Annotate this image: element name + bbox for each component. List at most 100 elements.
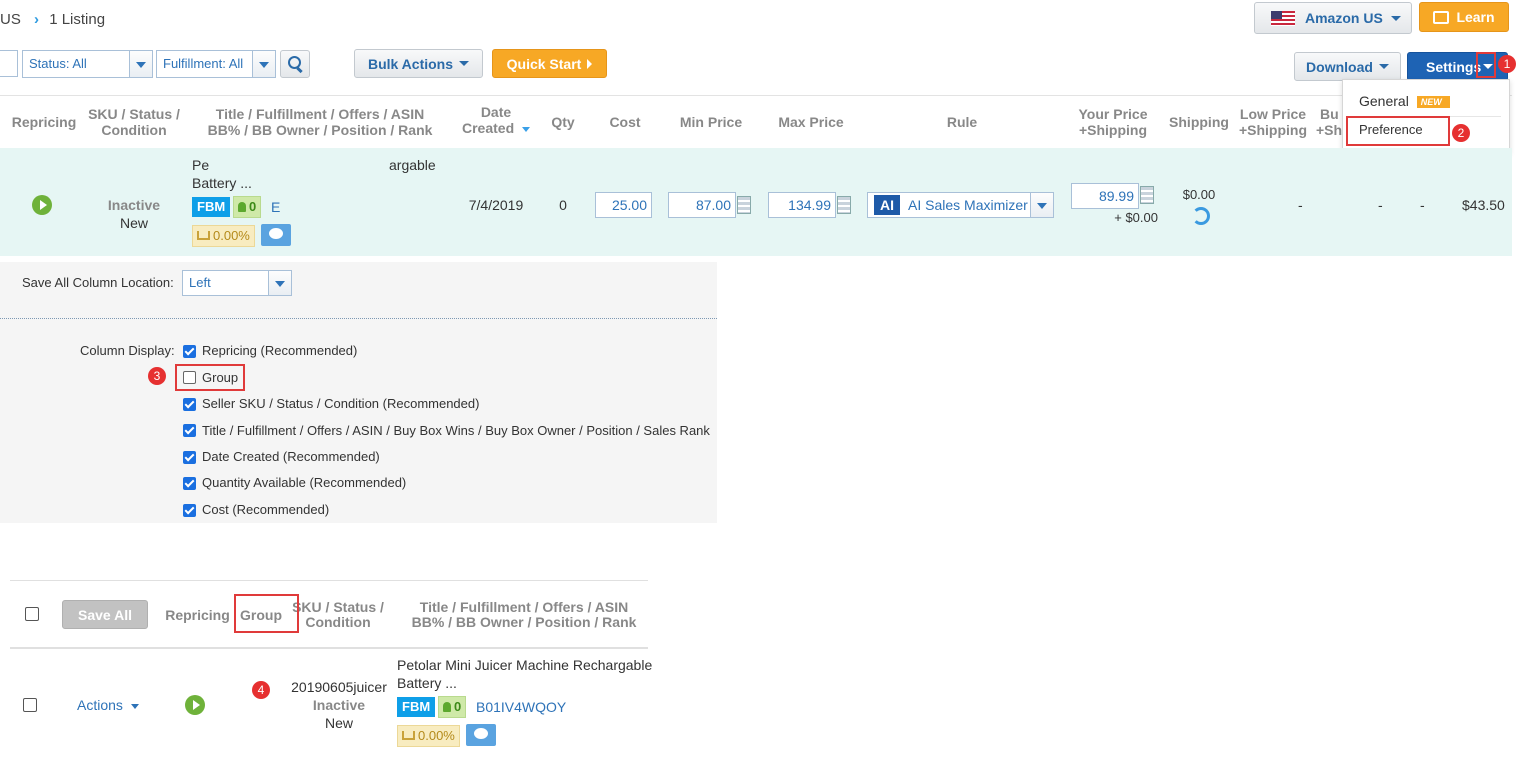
asin-link[interactable]: E bbox=[271, 199, 280, 215]
refresh-icon[interactable] bbox=[1192, 207, 1210, 225]
new-badge: NEW bbox=[1416, 96, 1450, 109]
col-title-line1: Title / Fulfillment / Offers / ASIN bbox=[215, 106, 425, 122]
search-button[interactable] bbox=[280, 50, 310, 78]
min-price-calculator-icon[interactable] bbox=[737, 196, 751, 214]
row-condition: New bbox=[119, 215, 148, 231]
col-repricing: Repricing bbox=[11, 114, 77, 130]
us-flag-icon bbox=[1271, 10, 1295, 26]
caret-down-icon bbox=[275, 281, 285, 287]
actions-menu[interactable]: Actions bbox=[77, 697, 139, 713]
marketplace-selector[interactable]: Amazon US bbox=[1254, 2, 1412, 34]
your-price-input[interactable]: 89.99 bbox=[1071, 183, 1139, 209]
settings-label: Settings bbox=[1426, 58, 1482, 75]
preview-row-title-line1[interactable]: Petolar Mini Juicer Machine Rechargable bbox=[397, 657, 652, 673]
preview-col-title-line2: BB% / BB Owner / Position / Rank bbox=[411, 614, 637, 630]
max-price-calculator-icon[interactable] bbox=[837, 196, 851, 214]
caret-down-icon bbox=[130, 703, 139, 709]
breadcrumb: US › 1 Listing bbox=[0, 11, 105, 28]
settings-menu-general[interactable]: General NEW bbox=[1359, 93, 1450, 109]
annotation-badge-4: 4 bbox=[252, 681, 270, 699]
filter-input-left[interactable] bbox=[0, 50, 18, 77]
download-label: Download bbox=[1306, 58, 1373, 75]
preview-select-all-checkbox[interactable] bbox=[25, 607, 39, 621]
search-icon bbox=[287, 55, 303, 73]
annotation-box-2 bbox=[1346, 116, 1450, 146]
buybox-percent-badge: 0.00% bbox=[192, 225, 255, 247]
fulfillment-filter[interactable]: Fulfillment: All bbox=[156, 50, 276, 78]
min-price-input[interactable]: 87.00 bbox=[668, 192, 736, 218]
max-price-input[interactable]: 134.99 bbox=[768, 192, 836, 218]
preview-col-repricing: Repricing bbox=[165, 607, 230, 623]
column-display-label: Column Display: bbox=[80, 343, 175, 358]
bulk-actions-button[interactable]: Bulk Actions bbox=[354, 49, 483, 78]
cart-icon bbox=[197, 231, 210, 240]
cost-input[interactable]: 25.00 bbox=[595, 192, 652, 218]
preview-buybox-percent-badge: 0.00% bbox=[397, 725, 460, 747]
preview-col-sku-line1: SKU / Status / bbox=[292, 599, 384, 615]
status-filter-value: Status: All bbox=[29, 56, 87, 71]
repricing-play-icon[interactable] bbox=[32, 195, 52, 215]
quick-start-button[interactable]: Quick Start bbox=[492, 49, 607, 78]
preview-asin-link[interactable]: B01IV4WQOY bbox=[476, 699, 566, 715]
col-buybox-line2: +Sh bbox=[1316, 122, 1343, 138]
status-filter[interactable]: Status: All bbox=[22, 50, 153, 78]
video-icon bbox=[1433, 10, 1450, 24]
save-location-value: Left bbox=[189, 275, 211, 290]
checkbox-cost[interactable] bbox=[183, 504, 196, 517]
message-icon[interactable] bbox=[261, 224, 291, 246]
preview-message-icon[interactable] bbox=[466, 724, 496, 746]
col-max-price: Max Price bbox=[778, 114, 844, 130]
caret-down-icon bbox=[1378, 64, 1389, 69]
preview-repricing-play-icon[interactable] bbox=[185, 695, 205, 715]
preview-row-sku: 20190605juicer bbox=[291, 679, 387, 695]
preview-row-checkbox[interactable] bbox=[23, 698, 37, 712]
row-last-value: $43.50 bbox=[1462, 197, 1505, 213]
caret-down-icon bbox=[259, 62, 269, 68]
col-title-line2: BB% / BB Owner / Position / Rank bbox=[207, 122, 433, 138]
checkbox-seller-sku[interactable] bbox=[183, 398, 196, 411]
annotation-box-3 bbox=[175, 364, 245, 391]
preview-offers-badge[interactable]: 0 bbox=[438, 696, 467, 718]
checkbox-date-created[interactable] bbox=[183, 451, 196, 464]
rule-select[interactable]: AI AI Sales Maximizer bbox=[867, 192, 1054, 218]
user-icon bbox=[443, 702, 451, 712]
preview-buybox-percent-value: 0.00% bbox=[418, 728, 455, 743]
col-cost: Cost bbox=[609, 114, 641, 130]
col-low-price-line2: +Shipping bbox=[1238, 122, 1308, 138]
preview-col-sku-line2: Condition bbox=[305, 614, 371, 630]
sort-desc-icon bbox=[522, 126, 531, 132]
row-title-line2: Battery ... bbox=[192, 175, 252, 191]
col-min-price: Min Price bbox=[679, 114, 743, 130]
save-location-select[interactable]: Left bbox=[182, 270, 292, 296]
option-title: Title / Fulfillment / Offers / ASIN / Bu… bbox=[202, 423, 710, 438]
preview-offers-count: 0 bbox=[454, 699, 462, 714]
fbm-badge: FBM bbox=[192, 197, 231, 217]
learn-button[interactable]: Learn bbox=[1419, 2, 1509, 32]
user-icon bbox=[238, 202, 246, 212]
breadcrumb-region[interactable]: US bbox=[0, 11, 21, 28]
download-button[interactable]: Download bbox=[1294, 52, 1401, 81]
breadcrumb-current: 1 Listing bbox=[49, 11, 106, 28]
preview-row-condition: New bbox=[324, 715, 353, 731]
general-label: General bbox=[1359, 93, 1409, 109]
row-shipping: $0.00 bbox=[1182, 187, 1216, 202]
col-buybox-line1: Bu bbox=[1320, 106, 1339, 122]
checkbox-title[interactable] bbox=[183, 424, 196, 437]
row-title-fragment-a[interactable]: Pe bbox=[192, 157, 209, 173]
col-date-line2[interactable]: Created bbox=[456, 120, 536, 136]
preview-row-title-line2: Battery ... bbox=[397, 675, 457, 691]
actions-label: Actions bbox=[77, 697, 123, 713]
offers-badge[interactable]: 0 bbox=[233, 196, 262, 218]
checkbox-quantity[interactable] bbox=[183, 477, 196, 490]
your-price-calculator-icon[interactable] bbox=[1140, 186, 1154, 204]
row-status: Inactive bbox=[107, 197, 161, 213]
col-rule: Rule bbox=[946, 114, 978, 130]
preview-fbm-badge: FBM bbox=[397, 697, 436, 717]
learn-label: Learn bbox=[1456, 9, 1495, 25]
rule-value: AI Sales Maximizer bbox=[908, 197, 1028, 213]
checkbox-repricing[interactable] bbox=[183, 345, 196, 358]
save-all-button[interactable]: Save All bbox=[62, 600, 148, 629]
row-title-fragment-b[interactable]: argable bbox=[389, 157, 436, 173]
caret-right-icon bbox=[587, 58, 593, 69]
caret-down-icon bbox=[1390, 15, 1401, 21]
